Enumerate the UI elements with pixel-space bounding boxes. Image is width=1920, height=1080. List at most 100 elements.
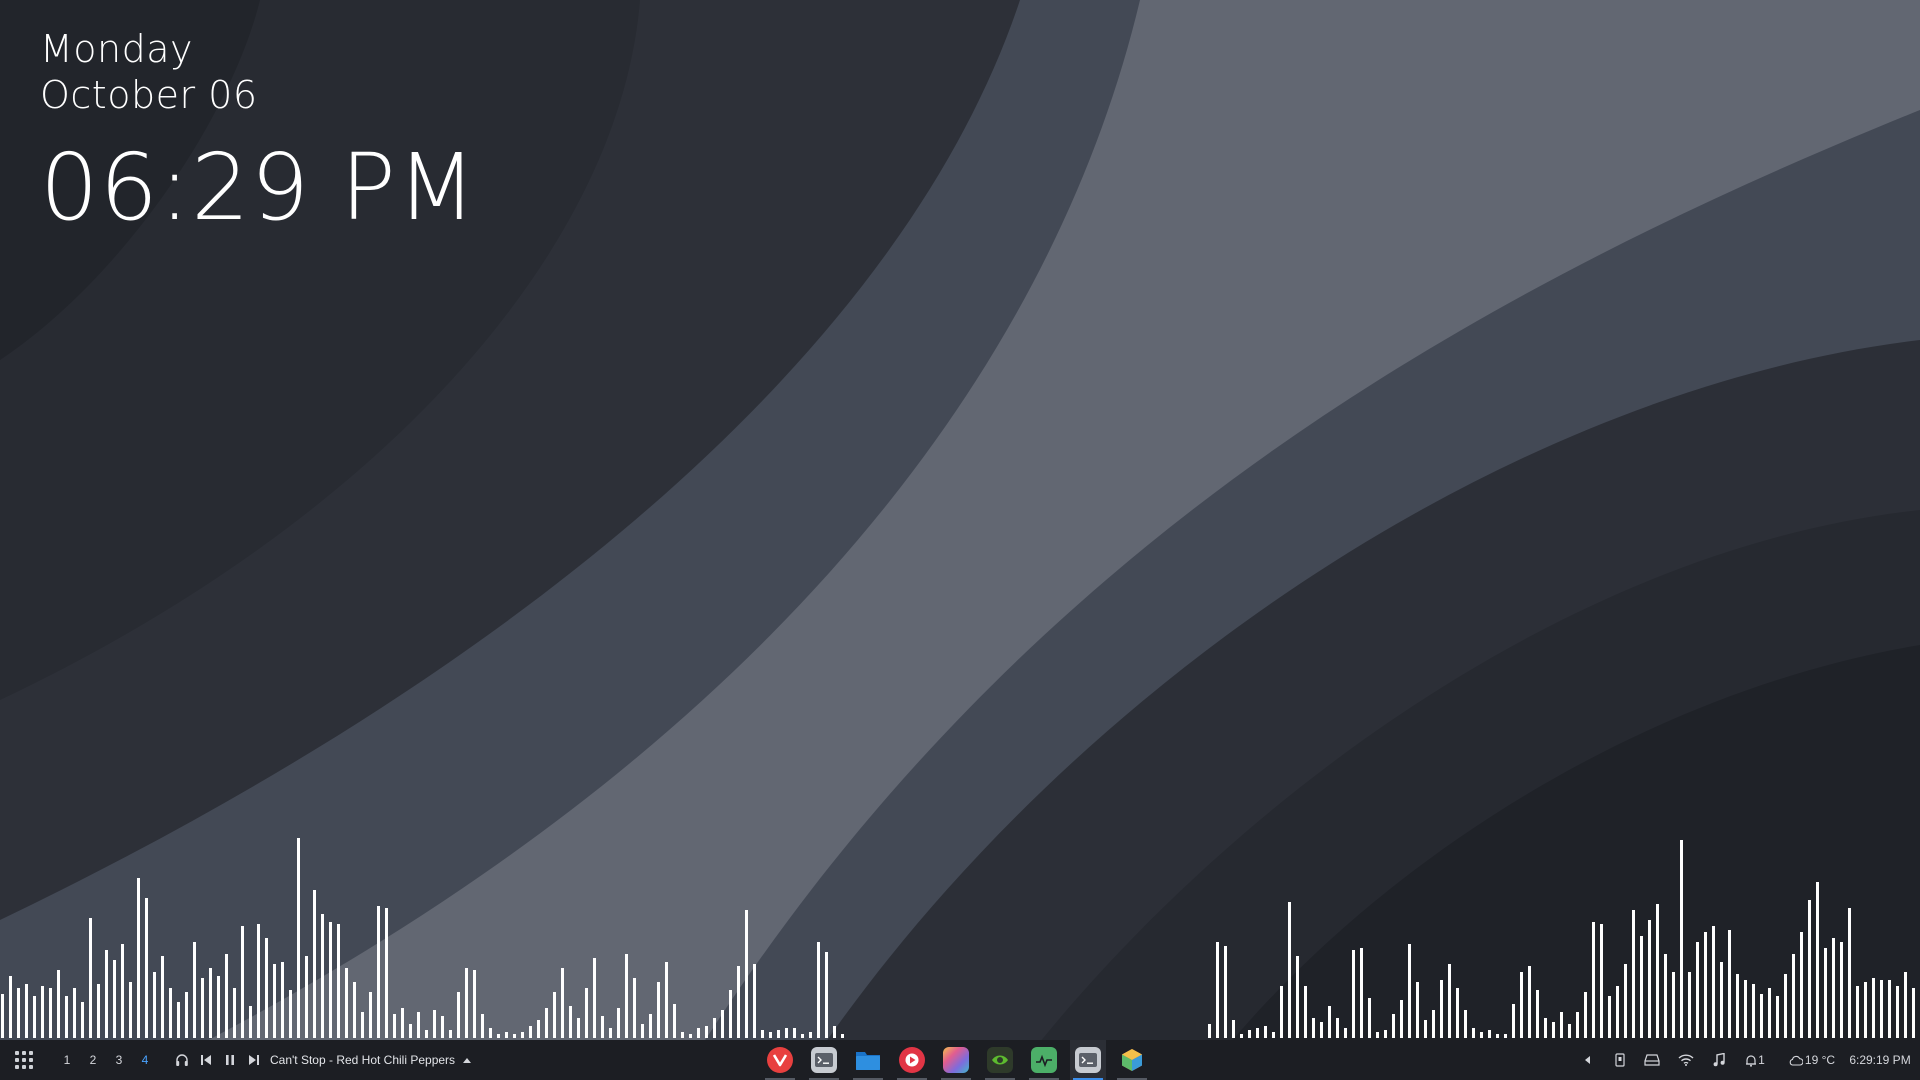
visualizer-bar: [161, 956, 164, 1038]
visualizer-bar: [1368, 998, 1371, 1038]
visualizer-bar: [1256, 1028, 1259, 1038]
visualizer-bar: [17, 988, 20, 1038]
visualizer-bar: [433, 1010, 436, 1038]
visualizer-bar: [201, 978, 204, 1038]
visualizer-bar: [1248, 1030, 1251, 1038]
visualizer-bar: [617, 1008, 620, 1038]
visualizer-bar: [665, 962, 668, 1038]
visualizer-bar: [1712, 926, 1715, 1038]
visualizer-bar: [1552, 1022, 1555, 1038]
now-playing-title[interactable]: Can't Stop - Red Hot Chili Peppers: [270, 1040, 455, 1080]
visualizer-bar: [1264, 1026, 1267, 1038]
visualizer-bar: [153, 972, 156, 1038]
visualizer-bar: [825, 952, 828, 1038]
visualizer-bar: [1208, 1024, 1211, 1038]
task-system-monitor[interactable]: [1026, 1040, 1062, 1080]
visualizer-bar: [337, 924, 340, 1038]
visualizer-bar: [1320, 1022, 1323, 1038]
task-music-player[interactable]: [894, 1040, 930, 1080]
weather-indicator[interactable]: 19 °C: [1786, 1040, 1838, 1080]
pause-button[interactable]: [220, 1040, 240, 1080]
visualizer-bar: [1440, 980, 1443, 1038]
visualizer-bar: [1624, 964, 1627, 1038]
visualizer-bar: [697, 1028, 700, 1038]
visualizer-bar: [537, 1020, 540, 1038]
visualizer-bar: [465, 968, 468, 1038]
visualizer-bar: [1680, 840, 1683, 1038]
visualizer-bar: [169, 988, 172, 1038]
media-expand-icon[interactable]: [458, 1040, 476, 1080]
visualizer-bar: [441, 1016, 444, 1038]
visualizer-bar: [561, 968, 564, 1038]
bell-icon: [1745, 1054, 1757, 1067]
visualizer-bar: [417, 1012, 420, 1038]
visualizer-bar: [1496, 1034, 1499, 1038]
headphones-icon[interactable]: [172, 1040, 192, 1080]
task-terminal-2[interactable]: [1070, 1040, 1106, 1080]
visualizer-bar: [1904, 972, 1907, 1038]
app-grid-icon: [15, 1051, 33, 1069]
visualizer-bar: [1648, 920, 1651, 1038]
visualizer-bar: [1872, 978, 1875, 1038]
visualizer-bar: [1736, 974, 1739, 1038]
visualizer-bar: [1608, 996, 1611, 1038]
tray-expand-icon[interactable]: [1578, 1040, 1596, 1080]
visualizer-bar: [1656, 904, 1659, 1038]
taskbar-clock[interactable]: 6:29:19 PM: [1846, 1040, 1914, 1080]
visualizer-bar: [1488, 1030, 1491, 1038]
notification-count: 1: [1758, 1053, 1765, 1067]
visualizer-bar: [817, 942, 820, 1038]
visualizer-bar: [25, 984, 28, 1038]
visualizer-bar: [1, 994, 4, 1038]
wifi-icon[interactable]: [1674, 1040, 1698, 1080]
visualizer-bar: [713, 1018, 716, 1038]
visualizer-bar: [1912, 988, 1915, 1038]
visualizer-bar: [1288, 902, 1291, 1038]
visualizer-bar: [577, 1018, 580, 1038]
visualizer-bar: [489, 1028, 492, 1038]
app-launcher-button[interactable]: [12, 1040, 36, 1080]
workspace-1[interactable]: 1: [58, 1040, 76, 1080]
clock-date: October 06: [40, 73, 258, 117]
audio-visualizer: [1, 838, 1915, 1038]
visualizer-bar: [281, 962, 284, 1038]
task-vivaldi[interactable]: [762, 1040, 798, 1080]
task-terminal-1[interactable]: [806, 1040, 842, 1080]
task-files[interactable]: [850, 1040, 886, 1080]
next-track-button[interactable]: [244, 1040, 264, 1080]
visualizer-bar: [1344, 1028, 1347, 1038]
visualizer-bar: [1536, 990, 1539, 1038]
visualizer-bar: [449, 1030, 452, 1038]
visualizer-bar: [1848, 908, 1851, 1038]
visualizer-bar: [289, 990, 292, 1038]
visualizer-bar: [57, 970, 60, 1038]
visualizer-bar: [33, 996, 36, 1038]
visualizer-bar: [513, 1034, 516, 1038]
disk-drive-icon[interactable]: [1640, 1040, 1664, 1080]
task-package-manager[interactable]: [1114, 1040, 1150, 1080]
visualizer-bar: [793, 1028, 796, 1038]
visualizer-bar: [1840, 942, 1843, 1038]
removable-device-icon[interactable]: [1610, 1040, 1630, 1080]
workspace-2[interactable]: 2: [84, 1040, 102, 1080]
visualizer-bar: [593, 958, 596, 1038]
visualizer-bar: [1504, 1034, 1507, 1038]
visualizer-bar: [753, 964, 756, 1038]
visualizer-bar: [249, 1006, 252, 1038]
visualizer-bar: [1464, 1010, 1467, 1038]
workspace-3[interactable]: 3: [110, 1040, 128, 1080]
previous-track-button[interactable]: [196, 1040, 216, 1080]
visualizer-bar: [1560, 1012, 1563, 1038]
task-nvidia-settings[interactable]: [982, 1040, 1018, 1080]
notifications-indicator[interactable]: 1: [1740, 1040, 1770, 1080]
visualizer-bar: [1808, 900, 1811, 1038]
visualizer-bar: [97, 984, 100, 1038]
workspace-4[interactable]: 4: [136, 1040, 154, 1080]
desktop-clock-widget: Monday October 06 06:29 PM: [40, 26, 477, 238]
visualizer-bar: [177, 1002, 180, 1038]
visualizer-bar: [609, 1028, 612, 1038]
system-monitor-icon: [1031, 1047, 1057, 1073]
music-note-icon[interactable]: [1708, 1040, 1730, 1080]
visualizer-bar: [673, 1004, 676, 1038]
task-color-picker[interactable]: [938, 1040, 974, 1080]
